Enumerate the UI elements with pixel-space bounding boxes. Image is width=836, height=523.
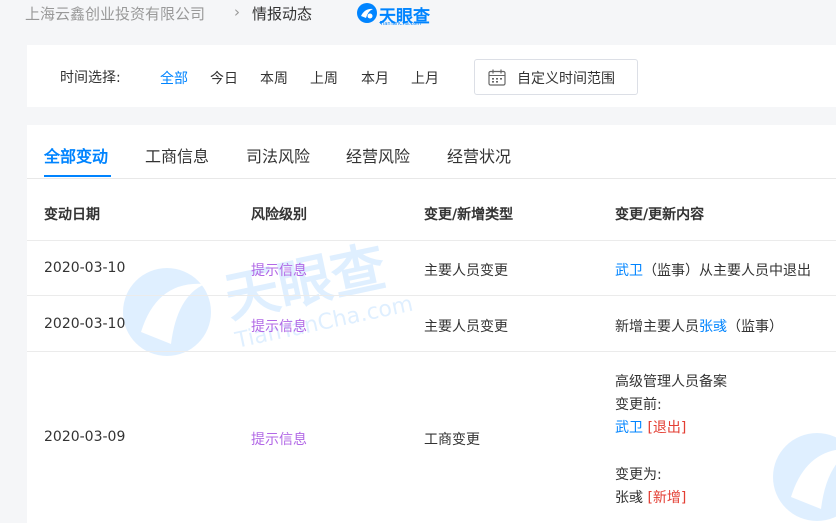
filter-option-today[interactable]: 今日 bbox=[210, 68, 238, 88]
breadcrumb-separator-icon: › bbox=[234, 3, 240, 21]
top-bar: 上海云鑫创业投资有限公司 › 情报动态 天眼查 TianYanCha.com bbox=[0, 0, 836, 28]
row-content: 新增主要人员张彧（监事） bbox=[615, 316, 783, 336]
breadcrumb-page: 情报动态 bbox=[252, 5, 313, 23]
category-tabs: 全部变动 工商信息 司法风险 经营风险 经营状况 bbox=[27, 125, 836, 179]
custom-range-button[interactable]: 自定义时间范围 bbox=[474, 59, 638, 95]
column-header-risk: 风险级别 bbox=[251, 207, 307, 223]
column-header-date: 变动日期 bbox=[44, 207, 100, 223]
tab-judicial-risk[interactable]: 司法风险 bbox=[246, 143, 310, 167]
tab-operating-status[interactable]: 经营状况 bbox=[447, 143, 511, 167]
content-after-label: 变更为: bbox=[615, 467, 662, 483]
row-change-type: 工商变更 bbox=[424, 432, 480, 448]
row-content: 武卫（监事）从主要人员中退出 bbox=[615, 260, 811, 280]
filter-option-all[interactable]: 全部 bbox=[160, 68, 188, 88]
column-header-content: 变更/更新内容 bbox=[615, 207, 705, 223]
calendar-icon bbox=[488, 69, 506, 86]
row-divider bbox=[27, 295, 836, 296]
tab-business-info[interactable]: 工商信息 bbox=[145, 143, 209, 167]
row-date: 2020-03-09 bbox=[44, 429, 126, 445]
row-change-type: 主要人员变更 bbox=[424, 319, 508, 335]
row-date: 2020-03-10 bbox=[44, 316, 126, 332]
exit-tag: [退出] bbox=[647, 420, 687, 436]
row-date: 2020-03-10 bbox=[44, 260, 126, 276]
content-before-label: 变更前: bbox=[615, 397, 662, 413]
row-risk-level: 提示信息 bbox=[251, 432, 307, 448]
tabs-divider bbox=[27, 178, 836, 179]
filter-option-last-week[interactable]: 上周 bbox=[310, 68, 338, 88]
content-after-line: 张彧 [新增] bbox=[615, 487, 686, 507]
content-text: （监事） bbox=[727, 319, 783, 335]
active-tab-indicator bbox=[44, 175, 111, 177]
watermark-logo-icon bbox=[773, 433, 836, 521]
row-risk-level: 提示信息 bbox=[251, 319, 307, 335]
person-link[interactable]: 武卫 bbox=[615, 420, 643, 436]
column-header-type: 变更/新增类型 bbox=[424, 207, 514, 223]
row-divider bbox=[27, 351, 836, 352]
content-text: （监事）从主要人员中退出 bbox=[643, 263, 811, 279]
changes-card: 天眼查 TianYanCha.com 全部变动 工商信息 司法风险 经营风险 经… bbox=[27, 125, 836, 523]
person-name: 张彧 bbox=[615, 490, 643, 506]
row-risk-level: 提示信息 bbox=[251, 263, 307, 279]
tab-operating-risk[interactable]: 经营风险 bbox=[346, 143, 410, 167]
content-text: 新增主要人员 bbox=[615, 319, 699, 335]
brand-subtitle: TianYanCha.com bbox=[380, 21, 422, 27]
row-change-type: 主要人员变更 bbox=[424, 263, 508, 279]
time-filter-card: 时间选择: 全部 今日 本周 上周 本月 上月 自定义时间范围 bbox=[27, 45, 836, 107]
time-filter-label: 时间选择: bbox=[60, 70, 121, 86]
person-link[interactable]: 张彧 bbox=[699, 319, 727, 335]
filter-option-last-month[interactable]: 上月 bbox=[411, 68, 439, 88]
content-title: 高级管理人员备案 bbox=[615, 374, 727, 390]
brand-logo-icon bbox=[357, 3, 377, 23]
filter-option-this-week[interactable]: 本周 bbox=[260, 68, 288, 88]
custom-range-label: 自定义时间范围 bbox=[517, 71, 615, 87]
filter-option-this-month[interactable]: 本月 bbox=[361, 68, 389, 88]
content-before-line: 武卫 [退出] bbox=[615, 417, 686, 437]
breadcrumb-company[interactable]: 上海云鑫创业投资有限公司 bbox=[25, 3, 205, 24]
row-divider bbox=[27, 240, 836, 241]
person-link[interactable]: 武卫 bbox=[615, 263, 643, 279]
tab-all-changes[interactable]: 全部变动 bbox=[44, 143, 108, 167]
new-tag: [新增] bbox=[647, 490, 687, 506]
